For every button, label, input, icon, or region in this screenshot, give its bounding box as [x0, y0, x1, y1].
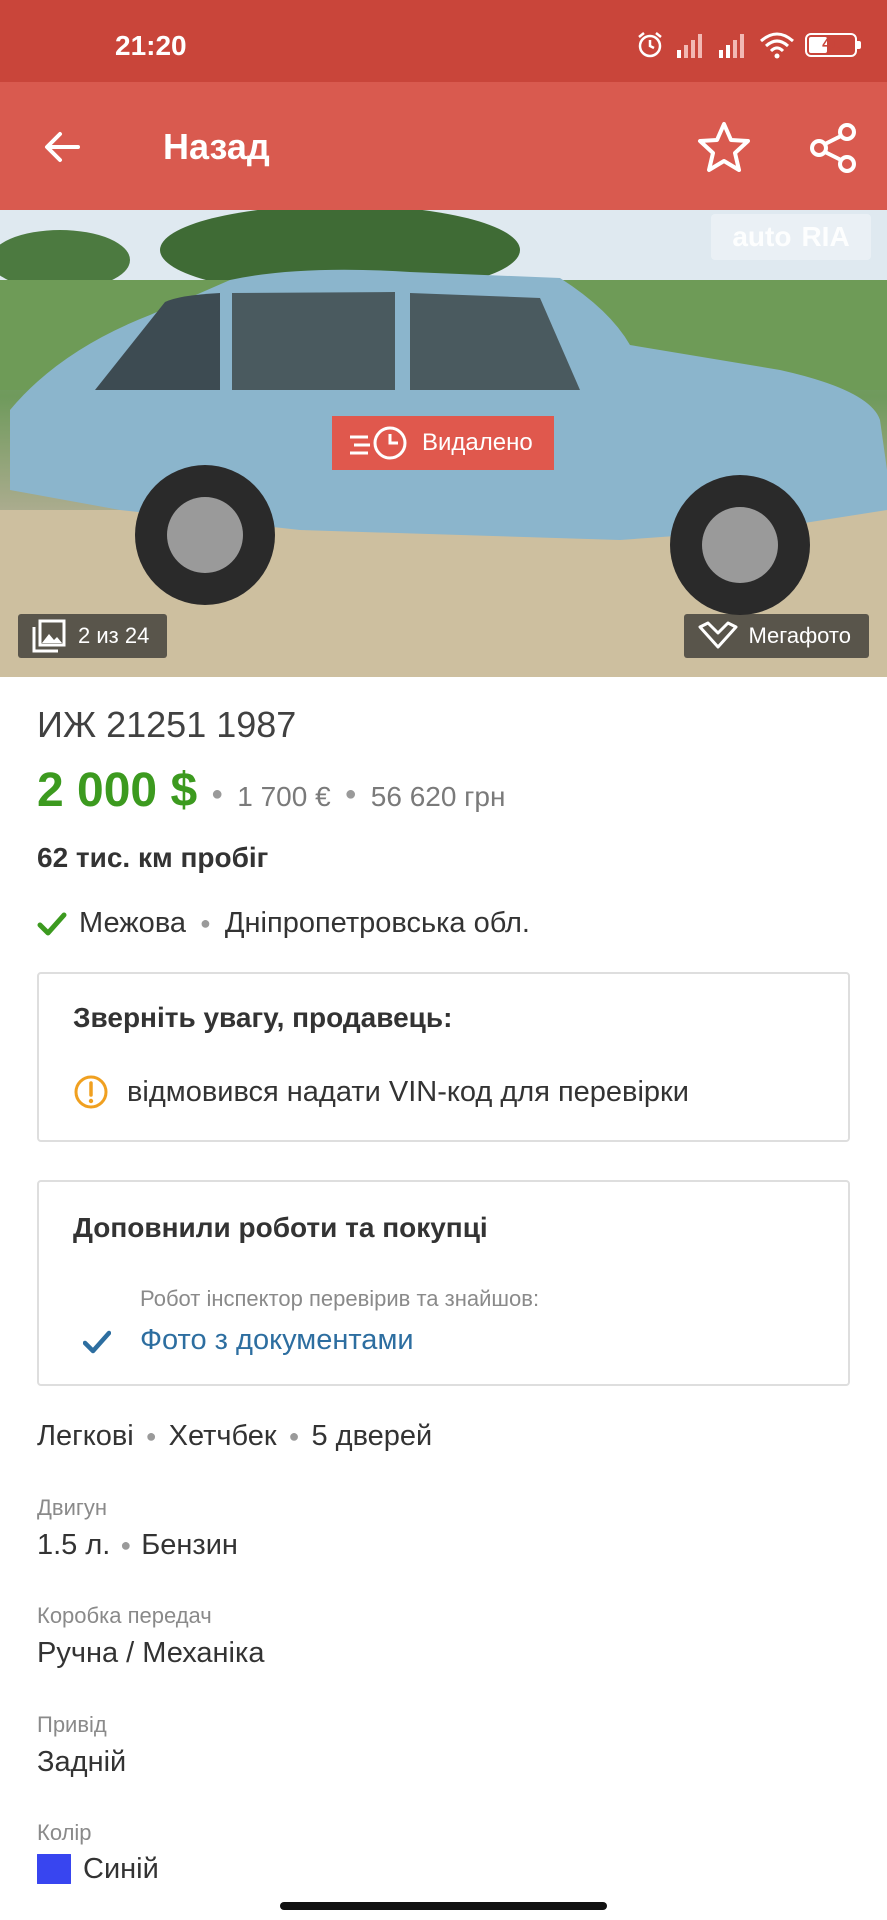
location: Межова ● Дніпропетровська обл.: [37, 907, 530, 940]
spec-category: Легкові: [37, 1420, 134, 1452]
separator-dot: ●: [145, 1426, 157, 1446]
spec-engine-label: Двигун: [37, 1495, 108, 1520]
spec-engine: Двигун 1.5 л. ● Бензин: [37, 1495, 238, 1562]
gesture-nav-bar[interactable]: [280, 1902, 607, 1910]
deleted-label: Видалено: [422, 429, 533, 456]
car-title: ИЖ 21251 1987: [37, 704, 297, 745]
spec-color-label: Колір: [37, 1820, 92, 1845]
inspection-card: Доповнили роботи та покупці Робот інспек…: [37, 1180, 850, 1386]
star-outline-icon[interactable]: [694, 118, 754, 178]
share-icon[interactable]: [805, 120, 861, 176]
seller-notice-item: відмовився надати VIN-код для перевірки: [73, 1074, 689, 1110]
separator-dot: ●: [288, 1426, 300, 1446]
spec-drive-label: Привід: [37, 1712, 107, 1737]
price-uah: 56 620 грн: [370, 781, 506, 812]
spec-doors: 5 дверей: [311, 1420, 433, 1452]
arrow-left-icon[interactable]: [38, 122, 88, 172]
app-bar: Назад: [0, 82, 887, 210]
color-swatch: [37, 1854, 71, 1884]
seller-notice-card: Зверніть увагу, продавець: відмовився на…: [37, 972, 850, 1142]
wifi-icon: [760, 32, 794, 59]
warning-icon: [74, 1075, 108, 1109]
spec-body: Хетчбек: [168, 1420, 277, 1452]
spec-gearbox-value: Ручна / Механіка: [37, 1637, 265, 1669]
body-specs: Легкові ● Хетчбек ● 5 дверей: [37, 1420, 432, 1453]
car-photo[interactable]: auto RIA Видалено 2 из 24 Мегафото: [0, 210, 887, 677]
documents-photo-link[interactable]: Фото з документами: [140, 1324, 414, 1357]
spec-engine-value: 1.5 л. ● Бензин: [37, 1529, 238, 1562]
status-time: 21:20: [115, 30, 187, 61]
location-region: Дніпропетровська обл.: [224, 907, 530, 939]
inspection-subtitle: Робот інспектор перевірив та знайшов:: [140, 1286, 540, 1311]
color-name: Синій: [83, 1854, 159, 1884]
megaphoto-icon: [698, 621, 738, 649]
seller-notice-text: відмовився надати VIN-код для перевірки: [127, 1075, 689, 1108]
watermark-auto: auto: [732, 221, 792, 252]
blue-check-icon: [83, 1330, 111, 1354]
photo-counter[interactable]: 2 из 24: [18, 614, 168, 658]
megaphoto-button[interactable]: Мегафото: [684, 614, 869, 658]
battery-level: 41: [822, 36, 840, 53]
signal-icon-2: [719, 34, 744, 58]
separator-dot: ●: [344, 783, 357, 805]
spec-gearbox: Коробка передач Ручна / Механіка: [37, 1603, 264, 1670]
spec-drive: Привід Задній: [37, 1712, 126, 1779]
watermark-ria: RIA: [801, 221, 850, 252]
price-eur: 1 700 €: [237, 781, 331, 812]
status-bar: 21:20 41: [0, 0, 887, 82]
price-usd: 2 000 $: [37, 764, 198, 817]
spec-drive-value: Задній: [37, 1746, 127, 1778]
price-row: 2 000 $ ● 1 700 € ● 56 620 грн: [37, 763, 505, 818]
back-title[interactable]: Назад: [163, 126, 270, 168]
spec-color: Колір Синій: [37, 1820, 159, 1920]
spec-gearbox-label: Коробка передач: [37, 1603, 212, 1628]
fuel-type: Бензин: [141, 1529, 238, 1561]
signal-icon: [677, 34, 702, 58]
deleted-badge: Видалено: [332, 416, 554, 470]
photo-counter-label: 2 из 24: [78, 623, 150, 648]
inspection-heading: Доповнили роботи та покупці: [73, 1212, 488, 1243]
status-icons: 41: [635, 30, 861, 60]
separator-dot: ●: [200, 913, 211, 933]
separator-dot: ●: [211, 783, 224, 805]
seller-notice-heading: Зверніть увагу, продавець:: [73, 1002, 453, 1033]
separator-dot: ●: [120, 1535, 132, 1555]
checkmark-icon: [37, 912, 67, 935]
engine-volume: 1.5 л.: [37, 1529, 111, 1561]
alarm-icon: [638, 32, 662, 58]
clock-speed-icon: [350, 426, 407, 460]
battery-icon: 41: [805, 33, 861, 57]
spec-color-value: Синій: [37, 1854, 159, 1884]
gallery-icon: [32, 619, 66, 653]
location-city: Межова: [79, 907, 187, 939]
auto-ria-watermark: auto RIA: [711, 214, 871, 260]
megaphoto-label: Мегафото: [748, 623, 851, 648]
mileage: 62 тис. км пробіг: [37, 842, 269, 873]
